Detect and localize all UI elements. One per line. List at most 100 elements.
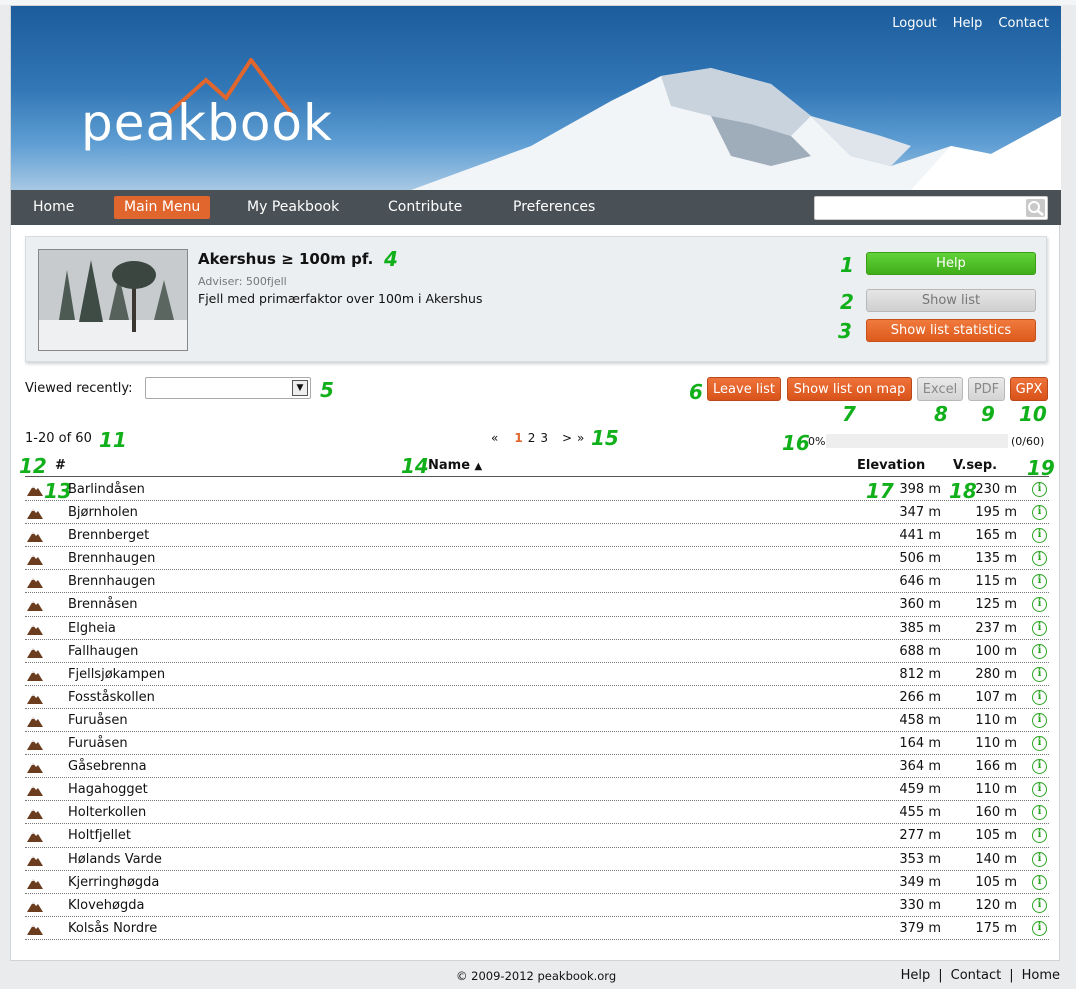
info-icon[interactable]: i: [1032, 712, 1047, 728]
peak-name-link[interactable]: Elgheia: [68, 621, 116, 636]
peak-name-link[interactable]: Furuåsen: [68, 736, 128, 751]
page-3-link[interactable]: 3: [540, 431, 548, 445]
peak-name-link[interactable]: Fjellsjøkampen: [68, 667, 165, 682]
annotation-3: 3: [838, 319, 852, 343]
peak-elevation: 164 m: [899, 736, 941, 752]
help-button[interactable]: Help: [866, 252, 1036, 275]
peak-vsep: 110 m: [975, 712, 1017, 728]
footer-copyright: © 2009-2012 peakbook.org: [456, 969, 617, 983]
contact-link[interactable]: Contact: [998, 16, 1049, 31]
peak-name-link[interactable]: Holterkollen: [68, 805, 146, 820]
mountain-icon: [27, 647, 43, 658]
leave-list-button[interactable]: Leave list: [707, 377, 781, 401]
info-icon[interactable]: i: [1032, 551, 1047, 567]
pagination: « 1 2 3 > »: [491, 431, 584, 445]
table-row: Hølands Varde 353 m 140 m i: [25, 848, 1049, 871]
peak-name-link[interactable]: Hagahogget: [68, 782, 148, 797]
viewed-recently-select[interactable]: ▼: [145, 377, 311, 399]
excel-button[interactable]: Excel: [917, 377, 963, 401]
peak-elevation: 360 m: [899, 597, 941, 613]
page-next-link[interactable]: >: [562, 431, 572, 445]
page-first-link[interactable]: «: [491, 431, 498, 445]
col-header-vsep[interactable]: V.sep.: [953, 458, 997, 473]
peak-vsep: 175 m: [975, 920, 1017, 936]
peak-name-link[interactable]: Klovehøgda: [68, 898, 144, 913]
nav-item-my-peakbook[interactable]: My Peakbook: [237, 196, 349, 219]
peak-name-link[interactable]: Fallhaugen: [68, 644, 138, 659]
info-icon[interactable]: i: [1032, 736, 1047, 752]
footer-separator: |: [938, 968, 943, 983]
mountain-icon: [27, 716, 43, 727]
info-icon[interactable]: i: [1032, 828, 1047, 844]
pdf-button[interactable]: PDF: [968, 377, 1005, 401]
peak-name-link[interactable]: Gåsebrenna: [68, 759, 147, 774]
peak-name-link[interactable]: Brennhaugen: [68, 574, 155, 589]
peak-name-link[interactable]: Furuåsen: [68, 713, 128, 728]
info-icon[interactable]: i: [1032, 528, 1047, 544]
info-icon[interactable]: i: [1032, 897, 1047, 913]
peak-name-link[interactable]: Fosståskollen: [68, 690, 155, 705]
peak-name-link[interactable]: Kjerringhøgda: [68, 875, 159, 890]
info-icon[interactable]: i: [1032, 920, 1047, 936]
page-1-link[interactable]: 1: [514, 431, 522, 445]
info-icon[interactable]: i: [1032, 689, 1047, 705]
table-row: Fjellsjøkampen 812 m 280 m i: [25, 663, 1049, 686]
info-icon[interactable]: i: [1032, 643, 1047, 659]
logout-link[interactable]: Logout: [892, 16, 937, 31]
nav-item-main-menu[interactable]: Main Menu: [114, 196, 211, 219]
info-icon[interactable]: i: [1032, 851, 1047, 867]
table-row: Furuåsen 164 m 110 m i: [25, 732, 1049, 756]
search-icon[interactable]: [1026, 199, 1045, 217]
page-last-link[interactable]: »: [577, 431, 584, 445]
show-list-button[interactable]: Show list: [866, 289, 1036, 312]
show-list-statistics-button[interactable]: Show list statistics: [866, 319, 1036, 342]
info-icon[interactable]: i: [1032, 482, 1047, 497]
page-2-link[interactable]: 2: [528, 431, 536, 445]
nav-item-preferences[interactable]: Preferences: [503, 196, 605, 219]
top-links: Logout Help Contact: [892, 16, 1049, 31]
mountain-icon: [27, 740, 43, 751]
table-header: # Name ▲ Elevation V.sep.: [25, 458, 1049, 477]
info-icon[interactable]: i: [1032, 574, 1047, 590]
mountain-icon: [27, 670, 43, 681]
show-list-on-map-button[interactable]: Show list on map: [787, 377, 912, 401]
peak-elevation: 347 m: [899, 505, 941, 521]
info-icon[interactable]: i: [1032, 782, 1047, 798]
help-link[interactable]: Help: [953, 16, 983, 31]
peak-name-link[interactable]: Hølands Varde: [68, 852, 162, 867]
info-icon[interactable]: i: [1032, 759, 1047, 775]
info-icon[interactable]: i: [1032, 874, 1047, 890]
info-icon[interactable]: i: [1032, 597, 1047, 613]
table-row: Fallhaugen 688 m 100 m i: [25, 640, 1049, 663]
table-row: Gåsebrenna 364 m 166 m i: [25, 755, 1049, 779]
info-icon[interactable]: i: [1032, 505, 1047, 521]
info-icon[interactable]: i: [1032, 805, 1047, 821]
nav-item-home[interactable]: Home: [23, 196, 84, 219]
table-row: Kolsås Nordre 379 m 175 m i: [25, 917, 1049, 940]
mountain-icon: [27, 901, 43, 912]
dropdown-arrow-icon[interactable]: ▼: [292, 380, 308, 396]
footer-contact-link[interactable]: Contact: [951, 968, 1002, 983]
mountain-icon: [27, 578, 43, 589]
peak-name-link[interactable]: Brennberget: [68, 528, 149, 543]
col-header-elevation[interactable]: Elevation: [857, 458, 925, 473]
peak-name-link[interactable]: Kolsås Nordre: [68, 921, 157, 936]
info-icon[interactable]: i: [1032, 666, 1047, 682]
peak-name-link[interactable]: Brennåsen: [68, 597, 137, 612]
peak-name-link[interactable]: Brennhaugen: [68, 551, 155, 566]
peak-name-link[interactable]: Holtfjellet: [68, 828, 131, 843]
footer-home-link[interactable]: Home: [1022, 968, 1060, 983]
nav-item-contribute[interactable]: Contribute: [378, 196, 472, 219]
peak-elevation: 353 m: [899, 851, 941, 867]
col-header-name[interactable]: Name ▲: [428, 458, 482, 473]
progress-percent: 0%: [808, 435, 826, 448]
gpx-button[interactable]: GPX: [1010, 377, 1048, 401]
footer-help-link[interactable]: Help: [901, 968, 931, 983]
search-input[interactable]: [814, 196, 1048, 220]
peak-name-link[interactable]: Barlindåsen: [68, 482, 145, 497]
info-icon[interactable]: i: [1032, 620, 1047, 636]
col-header-num[interactable]: #: [55, 458, 66, 473]
logo-text[interactable]: peakbook: [81, 94, 333, 152]
annotation-2: 2: [840, 290, 854, 314]
peak-name-link[interactable]: Bjørnholen: [68, 505, 138, 520]
